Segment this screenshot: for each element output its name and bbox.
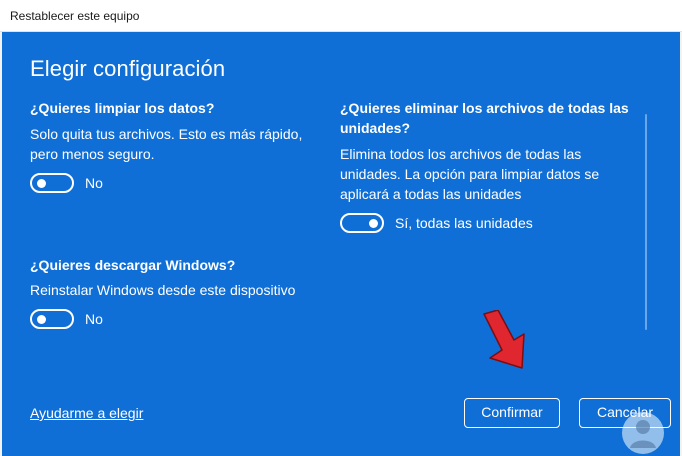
- clean-data-question: ¿Quieres limpiar los datos?: [30, 100, 215, 116]
- delete-drives-toggle[interactable]: [340, 213, 384, 233]
- delete-drives-question-line1: ¿Quieres eliminar los archivos de todas …: [340, 100, 629, 116]
- watermark-logo-icon: [622, 412, 664, 454]
- delete-drives-description-line1: Elimina todos los archivos de todas las: [340, 146, 582, 162]
- settings-panel: Elegir configuración ¿Quieres limpiar lo…: [2, 32, 680, 456]
- scrollbar[interactable]: [645, 114, 647, 330]
- delete-drives-toggle-label: Sí, todas las unidades: [395, 215, 533, 231]
- toggle-knob: [369, 219, 378, 228]
- clean-data-description-line1: Solo quita tus archivos. Esto es más ráp…: [30, 126, 303, 142]
- red-arrow-icon: [483, 310, 525, 369]
- title-bar: Restablecer este equipo: [0, 0, 682, 32]
- clean-data-toggle[interactable]: [30, 173, 74, 193]
- delete-drives-description-line2: unidades. La opción para limpiar datos s…: [340, 166, 600, 182]
- help-choose-link[interactable]: Ayudarme a elegir: [30, 405, 143, 421]
- clean-data-toggle-label: No: [85, 175, 103, 191]
- delete-drives-description-line3: aplicará a todas las unidades: [340, 186, 522, 202]
- clean-data-description-line2: pero menos seguro.: [30, 146, 155, 162]
- download-windows-toggle-label: No: [85, 311, 103, 327]
- confirm-button[interactable]: Confirmar: [464, 398, 560, 428]
- download-windows-description: Reinstalar Windows desde este dispositiv…: [30, 282, 296, 298]
- page-title: Elegir configuración: [30, 56, 226, 81]
- download-windows-question: ¿Quieres descargar Windows?: [30, 257, 236, 273]
- toggle-knob: [37, 315, 46, 324]
- toggle-knob: [37, 179, 46, 188]
- window-title: Restablecer este equipo: [10, 9, 140, 23]
- delete-drives-question-line2: unidades?: [340, 120, 411, 136]
- download-windows-toggle[interactable]: [30, 309, 74, 329]
